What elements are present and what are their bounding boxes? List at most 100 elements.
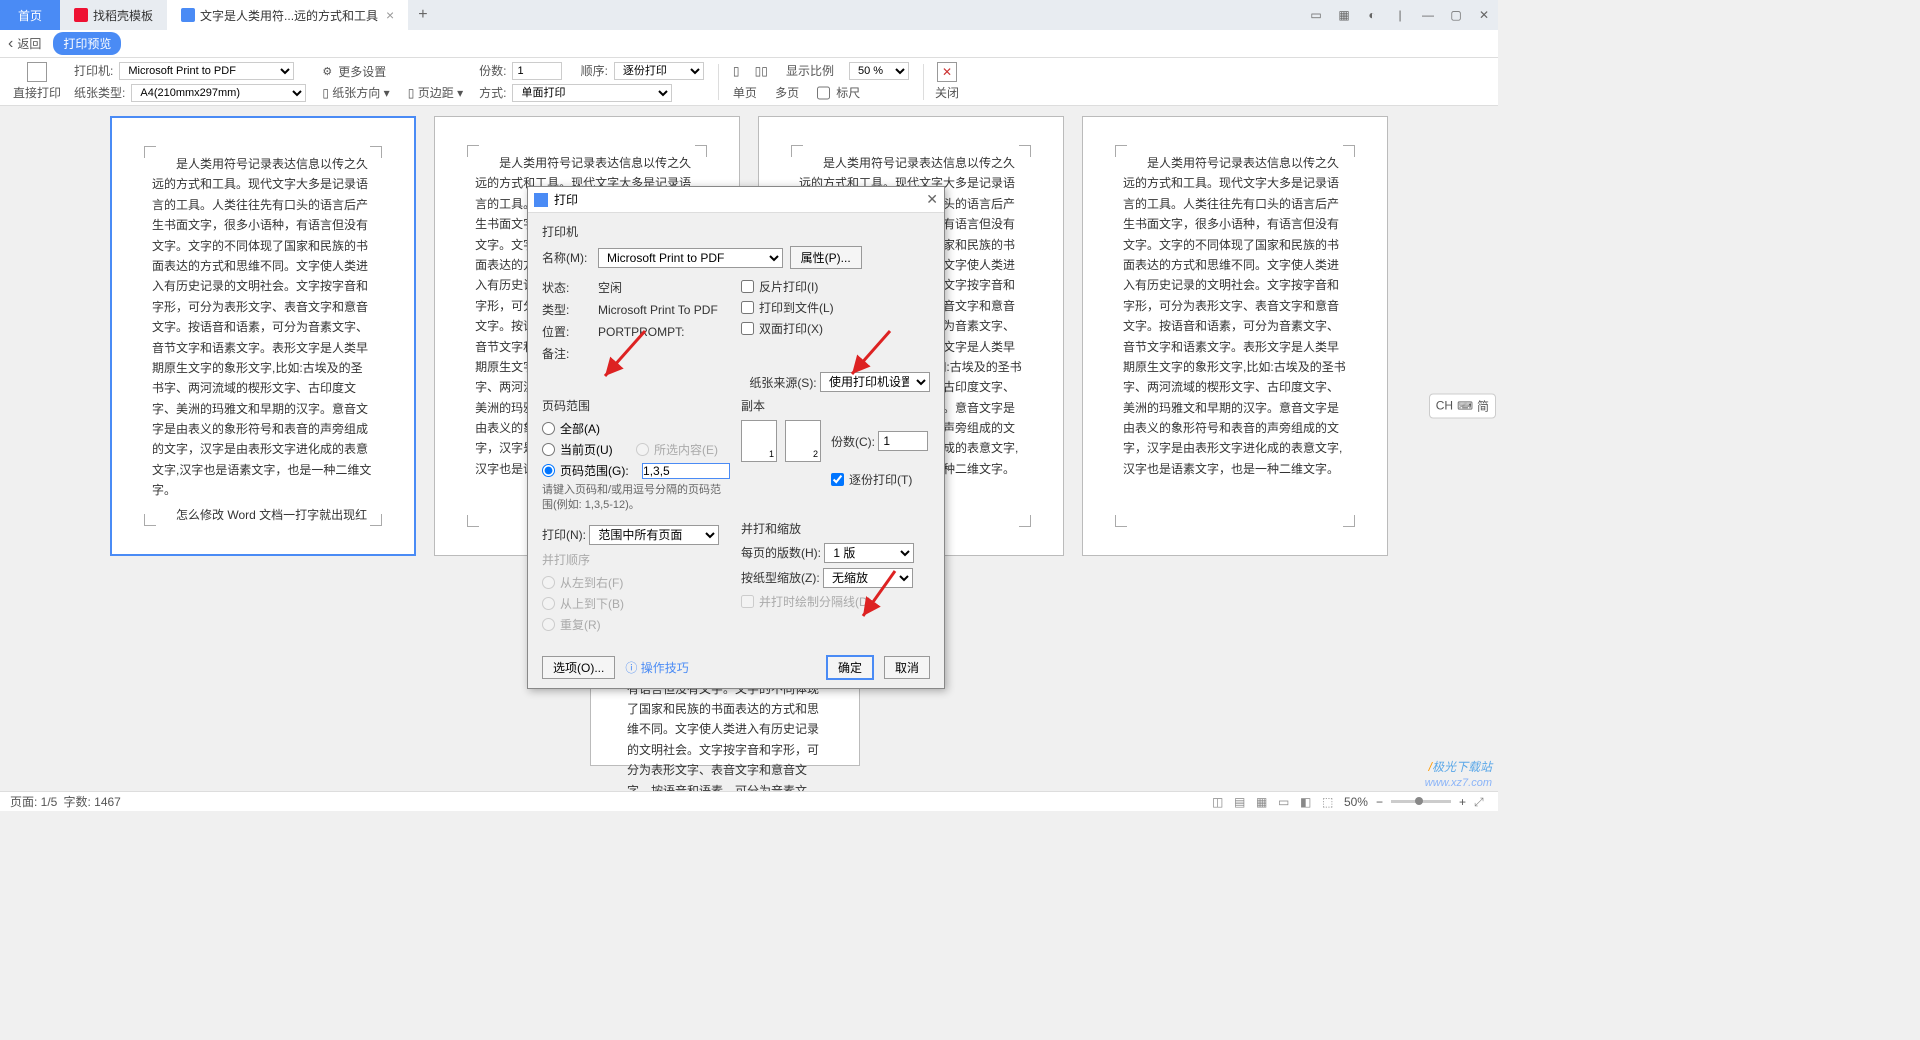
paper-label: 纸张类型: — [74, 84, 125, 101]
ttb-radio — [542, 597, 555, 610]
print-what-label: 打印(N): — [542, 526, 586, 543]
type-value: Microsoft Print To PDF — [598, 303, 718, 317]
print-preview-pill[interactable]: 打印预览 — [53, 32, 121, 55]
collate-icon-1: 1 — [741, 420, 777, 462]
range-all-radio[interactable] — [542, 422, 555, 435]
printer-select[interactable]: Microsoft Print to PDF — [119, 62, 294, 80]
range-pages-radio[interactable] — [542, 464, 555, 477]
collate-icon-2: 2 — [785, 420, 821, 462]
win-grid-icon[interactable]: ▦ — [1330, 0, 1358, 30]
doc-icon — [181, 8, 195, 22]
print-to-file-checkbox[interactable] — [741, 301, 754, 314]
properties-button[interactable]: 属性(P)... — [790, 246, 862, 269]
daoke-icon — [74, 8, 88, 22]
printer-icon — [27, 62, 47, 82]
collate-checkbox[interactable] — [831, 473, 844, 486]
range-hint: 请键入页码和/或用逗号分隔的页码范围(例如: 1,3,5-12)。 — [542, 483, 731, 514]
ppsheet-select[interactable]: 1 版 — [824, 543, 914, 563]
ppsheet-label: 每页的版数(H): — [741, 544, 821, 561]
dialog-close-button[interactable]: ✕ — [926, 191, 938, 208]
tab-daoketemplate[interactable]: 找稻壳模板 — [60, 0, 167, 30]
dialog-titlebar[interactable]: 打印 ✕ — [528, 187, 944, 213]
zoom-in-button[interactable]: + — [1459, 795, 1466, 809]
zoom-value: 50% — [1344, 795, 1368, 809]
repeat-radio — [542, 618, 555, 631]
options-button[interactable]: 选项(O)... — [542, 656, 615, 679]
ribbon: 直接打印 打印机: Microsoft Print to PDF 纸张类型: A4(… — [0, 58, 1498, 106]
multi-page-button[interactable]: ▯▯ — [755, 64, 768, 78]
wps-icon — [534, 193, 548, 207]
more-settings-button[interactable]: ⚙ 更多设置 — [322, 63, 463, 80]
tips-link[interactable]: ⓘ 操作技巧 — [625, 659, 688, 676]
ime-badge[interactable]: CH ⌨ 简 — [1429, 393, 1496, 418]
win-layout-icon[interactable]: ▭ — [1302, 0, 1330, 30]
sb-icon-4[interactable]: ▭ — [1278, 795, 1292, 809]
loc-label: 位置: — [542, 323, 598, 340]
zoom-out-button[interactable]: − — [1376, 795, 1383, 809]
close-button[interactable]: ✕ — [1470, 0, 1498, 30]
single-page-button[interactable]: ▯ — [733, 64, 740, 78]
paper-source-select[interactable]: 使用打印机设置 — [820, 372, 930, 392]
maximize-button[interactable]: ▢ — [1442, 0, 1470, 30]
dialog-title: 打印 — [554, 191, 578, 208]
win-user-icon[interactable]: ◐ — [1358, 0, 1386, 30]
paper-source-label: 纸张来源(S): — [749, 374, 816, 391]
scale-label: 按纸型缩放(Z): — [741, 569, 820, 586]
duplex-checkbox[interactable] — [741, 322, 754, 335]
word-count: 字数: 1467 — [63, 793, 120, 810]
dlg-name-label: 名称(M): — [542, 249, 598, 266]
paper-select[interactable]: A4(210mmx297mm) — [131, 84, 306, 102]
copies-section-label: 副本 — [741, 397, 930, 414]
page-range-input[interactable] — [642, 463, 730, 479]
page-indicator: 页面: 1/5 — [10, 793, 57, 810]
ok-button[interactable]: 确定 — [826, 655, 874, 680]
order-label: 顺序: — [581, 62, 608, 79]
dlg-copies-label: 份数(C): — [831, 433, 875, 450]
margin-button[interactable]: ▯ 页边距 ▾ — [408, 84, 463, 101]
close-x-icon: ✕ — [937, 62, 957, 82]
scale-select[interactable]: 无缩放 — [823, 568, 913, 588]
sb-icon-1[interactable]: ◫ — [1212, 795, 1226, 809]
zoom-slider[interactable] — [1391, 800, 1451, 803]
tab-document[interactable]: 文字是人类用符...远的方式和工具× — [167, 0, 408, 30]
zoom-select[interactable]: 50 % — [849, 62, 909, 80]
cancel-button[interactable]: 取消 — [884, 656, 930, 679]
jiguang-logo: /极光下载站 — [1429, 758, 1492, 775]
ltr-radio — [542, 576, 555, 589]
direct-print-button[interactable]: 直接打印 — [13, 62, 61, 101]
printer-section-label: 打印机 — [542, 223, 930, 240]
dlg-copies-input[interactable] — [878, 431, 928, 451]
orientation-button[interactable]: ▯ 纸张方向 ▾ — [322, 84, 389, 101]
watermark: www.xz7.com — [1425, 777, 1492, 789]
printer-label: 打印机: — [74, 62, 113, 79]
window-controls: ▭ ▦ ◐ | — ▢ ✕ — [1302, 0, 1498, 30]
back-button[interactable]: 返回 — [8, 35, 41, 53]
sb-icon-7[interactable]: ⤢ — [1474, 795, 1488, 809]
reverse-print-checkbox[interactable] — [741, 280, 754, 293]
sb-icon-3[interactable]: ▦ — [1256, 795, 1270, 809]
preview-page-1[interactable]: 是人类用符号记录表达信息以传之久远的方式和工具。现代文字大多是记录语言的工具。人… — [110, 116, 416, 556]
minimize-button[interactable]: — — [1414, 0, 1442, 30]
preview-page-4[interactable]: 是人类用符号记录表达信息以传之久远的方式和工具。现代文字大多是记录语言的工具。人… — [1082, 116, 1388, 556]
state-value: 空闲 — [598, 279, 622, 296]
order-select[interactable]: 逐份打印 — [614, 62, 704, 80]
copies-label: 份数: — [479, 62, 506, 79]
note-label: 备注: — [542, 345, 598, 362]
range-current-radio[interactable] — [542, 443, 555, 456]
sb-icon-5[interactable]: ◧ — [1300, 795, 1314, 809]
tab-home[interactable]: 首页 — [0, 0, 60, 30]
close-preview-button[interactable]: ✕关闭 — [935, 62, 959, 101]
print-what-select[interactable]: 范围中所有页面 — [589, 525, 719, 545]
sb-icon-2[interactable]: ▤ — [1234, 795, 1248, 809]
ruler-checkbox[interactable] — [817, 84, 830, 102]
tab-new[interactable]: + — [408, 0, 437, 30]
win-divider: | — [1386, 0, 1414, 30]
ratio-label: 显示比例 — [786, 62, 834, 79]
loc-value: PORTPROMPT: — [598, 325, 684, 339]
mode-select[interactable]: 单面打印 — [512, 84, 672, 102]
copies-input[interactable] — [512, 62, 562, 80]
dlg-printer-select[interactable]: Microsoft Print to PDF — [598, 248, 783, 268]
close-icon[interactable]: × — [386, 7, 394, 23]
sb-icon-6[interactable]: ⬚ — [1322, 795, 1336, 809]
multi-page-label: 多页 — [775, 84, 799, 101]
